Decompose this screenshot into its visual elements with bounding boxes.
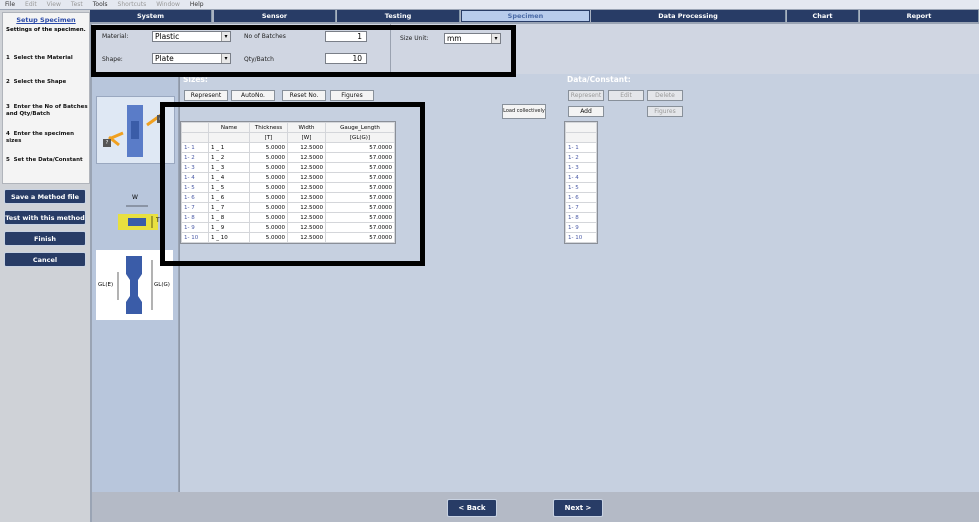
row-id[interactable]: 1- 6	[565, 192, 597, 203]
tab-data-processing[interactable]: Data Processing	[591, 10, 786, 22]
tab-report[interactable]: Report	[860, 10, 979, 22]
save-method-button[interactable]: Save a Method file	[4, 189, 86, 204]
reset-no-button[interactable]: Reset No.	[282, 90, 326, 101]
step-number: 3	[6, 104, 10, 110]
table-row[interactable]: 1- 10	[565, 232, 597, 243]
row-id[interactable]: 1- 4	[565, 172, 597, 183]
tab-sensor[interactable]: Sensor	[214, 10, 336, 22]
step-number: 5	[6, 157, 10, 163]
load-collectively-button[interactable]: Load collectively	[502, 104, 546, 119]
figures-button[interactable]: Figures	[647, 106, 683, 117]
step-4: 4 Enter the specimen sizes	[6, 131, 76, 145]
menu-window[interactable]: Window	[156, 1, 180, 8]
table-row[interactable]: 1- 2	[565, 152, 597, 163]
row-id[interactable]: 1- 9	[565, 222, 597, 233]
table-row[interactable]: 1- 4	[565, 172, 597, 183]
tab-bar: System Sensor Testing Specimen Data Proc…	[90, 10, 979, 22]
w-label: W	[132, 194, 138, 201]
corner-cell	[565, 132, 597, 143]
step-text: Select the Material	[13, 55, 73, 61]
row-id[interactable]: 1- 7	[565, 202, 597, 213]
row-id[interactable]: 1- 3	[565, 162, 597, 173]
tab-testing[interactable]: Testing	[337, 10, 460, 22]
bottom-bar	[92, 492, 979, 522]
figures-button[interactable]: Figures	[330, 90, 374, 101]
highlight-box-form	[91, 25, 516, 77]
table-row[interactable]: 1- 9	[565, 222, 597, 233]
glg-label: GL(G)	[154, 282, 170, 288]
table-row[interactable]: 1- 7	[565, 202, 597, 213]
data-constant-panel: Data/Constant: Represent Edit Delete Add…	[564, 74, 979, 492]
table-row[interactable]: 1- 3	[565, 162, 597, 173]
row-id[interactable]: 1- 2	[565, 152, 597, 163]
step-1: 1 Select the Material	[6, 55, 73, 62]
row-id[interactable]: 1- 1	[565, 142, 597, 153]
menu-file[interactable]: File	[5, 1, 15, 8]
menu-test[interactable]: Test	[71, 1, 83, 8]
tab-system[interactable]: System	[90, 10, 212, 22]
delete-button[interactable]: Delete	[647, 90, 683, 101]
represent-button[interactable]: Represent	[184, 90, 228, 101]
add-button[interactable]: Add	[568, 106, 604, 117]
step-5: 5 Set the Data/Constant	[6, 157, 83, 164]
represent-button[interactable]: Represent	[568, 90, 604, 101]
row-id[interactable]: 1- 5	[565, 182, 597, 193]
row-id[interactable]: 1- 8	[565, 212, 597, 223]
table-row[interactable]: 1- 1	[565, 142, 597, 153]
menu-view[interactable]: View	[47, 1, 61, 8]
step-text: Enter the specimen sizes	[6, 131, 74, 144]
menu-tools[interactable]: Tools	[93, 1, 108, 8]
step-text: Set the Data/Constant	[13, 157, 83, 163]
auto-no-button[interactable]: AutoNo.	[231, 90, 275, 101]
test-with-method-button[interactable]: Test with this method	[4, 210, 86, 225]
tab-chart[interactable]: Chart	[787, 10, 859, 22]
menu-help[interactable]: Help	[190, 1, 204, 8]
highlight-box-table	[160, 102, 425, 266]
table-row[interactable]: 1- 5	[565, 182, 597, 193]
step-text: Select the Shape	[13, 79, 67, 85]
back-button[interactable]: < Back	[447, 499, 497, 517]
step-text: Enter the No of Batches and Qty/Batch	[6, 104, 88, 117]
step-2: 2 Select the Shape	[6, 79, 66, 86]
edit-button[interactable]: Edit	[608, 90, 644, 101]
setup-subtitle: Settings of the specimen.	[6, 27, 86, 33]
menu-bar: File Edit View Test Tools Shortcuts Wind…	[0, 0, 979, 9]
step-3: 3 Enter the No of Batches and Qty/Batch	[6, 104, 88, 118]
gle-label: GL(E)	[98, 282, 114, 288]
step-number: 1	[6, 55, 10, 61]
table-row[interactable]: 1- 6	[565, 192, 597, 203]
step-number: 2	[6, 79, 10, 85]
step-number: 4	[6, 131, 10, 137]
corner-cell	[565, 122, 597, 133]
table-row[interactable]: 1- 8	[565, 212, 597, 223]
cancel-button[interactable]: Cancel	[4, 252, 86, 267]
next-button[interactable]: Next >	[553, 499, 603, 517]
data-constant-title: Data/Constant:	[567, 75, 631, 84]
row-id[interactable]: 1- 10	[565, 232, 597, 243]
setup-title[interactable]: Setup Specimen	[3, 16, 89, 24]
menu-edit[interactable]: Edit	[25, 1, 37, 8]
step-list: Setup Specimen Settings of the specimen.…	[2, 12, 90, 184]
tab-specimen[interactable]: Specimen	[461, 10, 590, 22]
expand-icon[interactable]: ?	[103, 139, 111, 147]
finish-button[interactable]: Finish	[4, 231, 86, 246]
data-constant-table: 1- 1 1- 2 1- 3 1- 4 1- 5 1- 6 1- 7 1- 8 1- 9 1- 1…	[564, 121, 598, 244]
menu-shortcuts[interactable]: Shortcuts	[118, 1, 147, 8]
